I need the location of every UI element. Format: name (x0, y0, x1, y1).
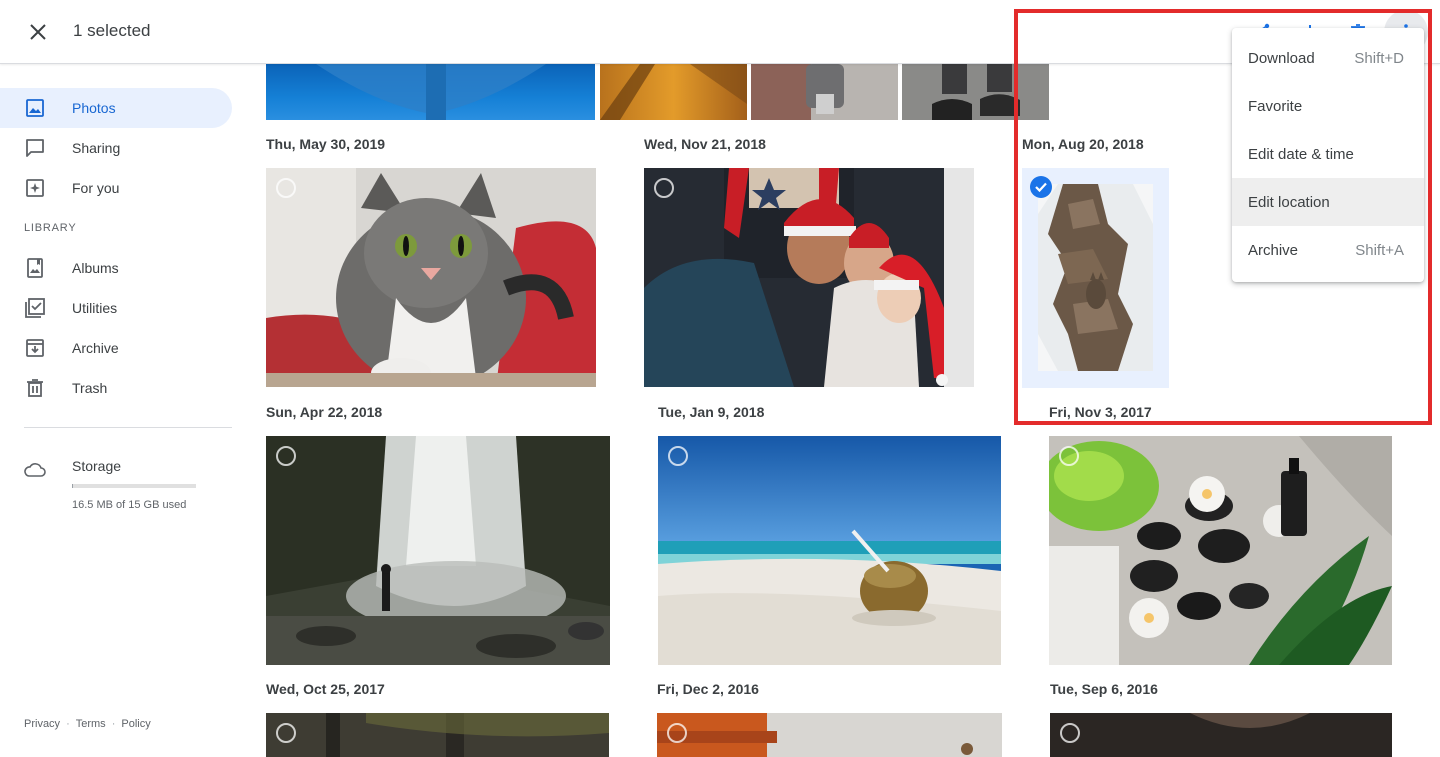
select-checkbox[interactable] (276, 178, 296, 198)
menu-item-label: Download (1248, 49, 1315, 67)
photo-thumbnail[interactable] (266, 64, 595, 120)
sidebar-item-albums[interactable]: Albums (0, 248, 232, 288)
menu-item-edit-location[interactable]: Edit location (1232, 178, 1424, 226)
archive-icon (24, 337, 46, 359)
select-checkbox[interactable] (1060, 723, 1080, 743)
menu-item-favorite[interactable]: Favorite (1232, 82, 1424, 130)
policy-link[interactable]: Policy (121, 718, 150, 730)
photo-thumbnail-spa-stones[interactable] (1049, 436, 1392, 665)
photo-thumbnail[interactable] (1050, 713, 1392, 757)
sidebar-item-label: For you (72, 180, 120, 196)
cloud-icon (24, 458, 46, 480)
photo-thumbnail-beach-coconut[interactable] (658, 436, 1001, 665)
photo-thumbnail-waterfall[interactable] (266, 436, 610, 665)
photo-thumbnail[interactable] (657, 713, 1002, 757)
storage-progress-fill (72, 484, 74, 488)
menu-item-label: Archive (1248, 241, 1299, 259)
date-header: Thu, May 30, 2019 (266, 136, 386, 152)
select-checkbox[interactable] (1059, 446, 1079, 466)
sidebar-item-utilities[interactable]: Utilities (0, 288, 232, 328)
photo-thumbnail[interactable] (751, 64, 898, 120)
sidebar: Photos Sharing For you LIBRARY Albums Ut… (0, 64, 248, 757)
more-options-menu: Download Shift+D Favorite Edit date & ti… (1232, 28, 1424, 282)
menu-item-label: Favorite (1248, 97, 1303, 115)
date-header: Tue, Jan 9, 2018 (658, 404, 765, 420)
menu-item-download[interactable]: Download Shift+D (1232, 34, 1424, 82)
select-checkbox[interactable] (276, 723, 296, 743)
sidebar-divider (24, 427, 232, 428)
selected-photo-tile[interactable] (1022, 168, 1169, 388)
sidebar-item-label: Archive (72, 340, 119, 356)
select-checkbox[interactable] (667, 723, 687, 743)
sidebar-item-label: Albums (72, 260, 119, 276)
check-icon (1035, 182, 1047, 193)
storage-label: Storage (72, 458, 122, 474)
photo-thumbnail-cat[interactable] (266, 168, 596, 387)
for-you-icon (24, 177, 46, 199)
sidebar-item-archive[interactable]: Archive (0, 328, 232, 368)
date-header: Wed, Oct 25, 2017 (266, 681, 385, 697)
footer-separator: · (66, 718, 70, 730)
selected-checkmark[interactable] (1030, 176, 1052, 198)
photo-thumbnail[interactable] (600, 64, 747, 120)
date-header: Fri, Nov 3, 2017 (1049, 404, 1152, 420)
date-header: Wed, Nov 21, 2018 (644, 136, 766, 152)
top-app-bar: 1 selected (0, 0, 1440, 64)
select-checkbox[interactable] (668, 446, 688, 466)
photo-thumbnail[interactable] (902, 64, 1049, 120)
menu-item-shortcut: Shift+D (1354, 49, 1404, 67)
date-header: Tue, Sep 6, 2016 (1050, 681, 1158, 697)
select-checkbox[interactable] (654, 178, 674, 198)
albums-icon (24, 257, 46, 279)
selection-count: 1 selected (73, 21, 151, 40)
terms-link[interactable]: Terms (76, 718, 106, 730)
date-header: Sun, Apr 22, 2018 (266, 404, 383, 420)
photo-thumbnail[interactable] (266, 713, 609, 757)
menu-item-edit-date-time[interactable]: Edit date & time (1232, 130, 1424, 178)
sharing-icon (24, 137, 46, 159)
trash-icon (24, 377, 46, 399)
menu-item-label: Edit location (1248, 193, 1330, 211)
menu-item-archive[interactable]: Archive Shift+A (1232, 226, 1424, 274)
date-header: Mon, Aug 20, 2018 (1022, 136, 1144, 152)
utilities-icon (24, 297, 46, 319)
sidebar-item-label: Photos (72, 100, 116, 116)
sidebar-item-label: Sharing (72, 140, 121, 156)
sidebar-item-label: Utilities (72, 300, 118, 316)
sidebar-item-trash[interactable]: Trash (0, 368, 232, 408)
close-icon (30, 24, 46, 40)
storage-progress-bar (72, 484, 196, 488)
close-selection-button[interactable] (22, 16, 54, 48)
photo-thumbnail-family[interactable] (644, 168, 974, 387)
library-section-header: LIBRARY (24, 222, 77, 234)
storage-usage-text: 16.5 MB of 15 GB used (72, 499, 187, 511)
sidebar-item-label: Trash (72, 380, 108, 396)
sidebar-item-photos[interactable]: Photos (0, 88, 232, 128)
photo-thumbnail-stairs-cat (1038, 184, 1153, 371)
footer-links: Privacy · Terms · Policy (24, 718, 151, 730)
date-header: Fri, Dec 2, 2016 (657, 681, 759, 697)
sidebar-item-for-you[interactable]: For you (0, 168, 232, 208)
menu-item-shortcut: Shift+A (1355, 241, 1404, 259)
photos-icon (24, 97, 46, 119)
select-checkbox[interactable] (276, 446, 296, 466)
footer-separator: · (111, 718, 116, 730)
privacy-link[interactable]: Privacy (24, 718, 60, 730)
sidebar-item-sharing[interactable]: Sharing (0, 128, 232, 168)
menu-item-label: Edit date & time (1248, 145, 1354, 163)
